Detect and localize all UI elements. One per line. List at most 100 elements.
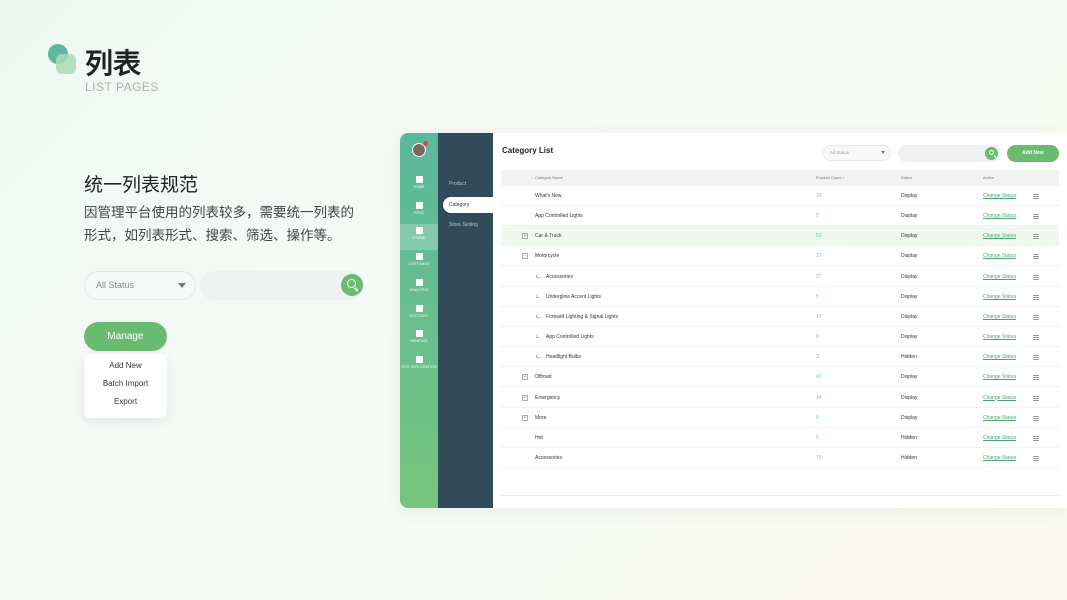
table-row[interactable]: Accessories 75 Hidden Change Status (501, 448, 1059, 468)
drag-handle-icon[interactable] (1033, 355, 1039, 361)
demo-search-button[interactable] (341, 274, 363, 296)
table-row[interactable]: + Offroad 42 Display Change Status (501, 367, 1059, 388)
subnav-item-category[interactable]: Category (443, 197, 493, 213)
table-row[interactable]: Accessories 27 Display Change Status (501, 267, 1059, 287)
table-row[interactable]: What's New 19 Display Change Status (501, 186, 1059, 206)
rail-item-site-integration[interactable]: SITE INTEGRATION (400, 353, 438, 379)
cell-status: Hidden (901, 434, 917, 441)
table-row[interactable]: Headlight Bulbs 3 Hidden Change Status (501, 347, 1059, 368)
change-status-link[interactable]: Change Status (983, 388, 1016, 408)
table-row[interactable]: + Car & Truck 53 Display Change Status (501, 226, 1059, 247)
rail-item-customer[interactable]: CUSTOMER (400, 250, 438, 276)
cell-status: Display (901, 293, 918, 300)
notification-dot (423, 141, 428, 146)
expand-icon[interactable]: + (522, 394, 528, 401)
cell-product-count: 27 (816, 273, 822, 280)
change-status-link[interactable]: Change Status (983, 246, 1016, 266)
drag-handle-icon[interactable] (1033, 435, 1039, 441)
table-row[interactable]: App Controlled Lights 6 Display Change Stat… (501, 327, 1059, 348)
change-status-link[interactable]: Change Status (983, 367, 1016, 387)
customer-icon (415, 253, 423, 261)
expand-icon[interactable]: + (522, 414, 528, 421)
cell-product-count: 5 (816, 213, 819, 220)
rail-item-label: SENDING (410, 339, 428, 344)
table-row[interactable]: App Controlled Lights 5 Display Change Stat… (501, 206, 1059, 227)
analysis-icon (415, 278, 423, 286)
table-row[interactable]: Underglow Accent Lights 5 Display Change St… (501, 287, 1059, 307)
drag-handle-icon[interactable] (1033, 214, 1039, 220)
change-status-link[interactable]: Change Status (983, 226, 1016, 246)
drag-handle-icon[interactable] (1033, 335, 1039, 341)
drag-handle-icon[interactable] (1033, 314, 1039, 320)
change-status-link[interactable]: Change Status (983, 206, 1016, 226)
drag-handle-icon[interactable] (1033, 274, 1039, 280)
category-table: Category Name Product Count ↕ Status Act… (501, 170, 1059, 496)
avatar[interactable] (412, 141, 428, 157)
rail-item-store[interactable]: STORE (400, 224, 438, 251)
menu-item-batch-import[interactable]: Batch Import (84, 375, 167, 393)
change-status-link[interactable]: Change Status (983, 307, 1016, 327)
drag-handle-icon[interactable] (1033, 194, 1039, 199)
table-row[interactable]: + More 9 Display Change Status (501, 408, 1059, 428)
cell-status: Display (901, 374, 918, 381)
drag-handle-icon[interactable] (1033, 455, 1039, 461)
cell-status: Display (901, 414, 918, 421)
drag-handle-icon[interactable] (1033, 375, 1039, 381)
change-status-link[interactable]: Change Status (983, 267, 1016, 287)
search-button[interactable] (985, 147, 998, 160)
rail-item-analysis[interactable]: ANALYSIS (400, 276, 438, 302)
demo-status-select[interactable]: All Status (84, 271, 196, 300)
cell-category-name: App Controlled Lights (535, 213, 583, 220)
add-new-button[interactable]: Add New (1007, 145, 1059, 162)
drag-handle-icon[interactable] (1033, 415, 1039, 421)
change-status-link[interactable]: Change Status (983, 408, 1016, 428)
subnav-item-product[interactable]: Product (438, 176, 493, 192)
table-row[interactable]: + Emergency 14 Display Change Status (501, 388, 1059, 408)
rail-item-post[interactable]: POST (400, 199, 438, 225)
drag-handle-icon[interactable] (1033, 294, 1039, 300)
drag-handle-icon[interactable] (1033, 395, 1039, 401)
menu-item-add-new[interactable]: Add New (84, 357, 167, 375)
page-title: 列表 (85, 47, 142, 80)
header-product-count[interactable]: Product Count ↕ (816, 170, 845, 186)
status-filter-select[interactable]: All Status (823, 145, 891, 161)
child-branch-icon (536, 294, 540, 298)
chevron-down-icon (881, 151, 885, 154)
drag-handle-icon[interactable] (1033, 234, 1039, 240)
change-status-link[interactable]: Change Status (983, 186, 1016, 206)
app-window: HOME POST STORE CUSTOMER ANALYSIS ACCOUNT SEND… (400, 133, 1067, 508)
table-row[interactable]: − Motorcycle 27 Display Change Status (501, 246, 1059, 267)
table-row[interactable]: Forward Lighting & Signal Lights 17 Displa… (501, 307, 1059, 327)
cell-status: Display (901, 273, 918, 280)
collapse-icon[interactable]: − (522, 253, 528, 260)
sub-navigation: Product Category Store Setting (438, 133, 493, 508)
rail-item-home[interactable]: HOME (400, 173, 438, 199)
search-icon (347, 279, 356, 288)
demo-search-input[interactable] (200, 271, 364, 300)
rail-item-sending[interactable]: SENDING (400, 327, 438, 353)
cell-category-name: Accessories (546, 273, 573, 280)
table-row[interactable]: Hot 5 Hidden Change Status (501, 428, 1059, 448)
site-integration-icon (415, 355, 423, 363)
cell-status: Display (901, 213, 918, 220)
rail-item-account[interactable]: ACCOUNT (400, 302, 438, 328)
status-filter-value: All Status (830, 150, 850, 155)
change-status-link[interactable]: Change Status (983, 347, 1016, 367)
cell-category-name: Forward Lighting & Signal Lights (546, 313, 618, 320)
change-status-link[interactable]: Change Status (983, 287, 1016, 307)
change-status-link[interactable]: Change Status (983, 327, 1016, 347)
subnav-item-store-setting[interactable]: Store Setting (438, 217, 493, 233)
expand-icon[interactable]: + (522, 233, 528, 240)
expand-icon[interactable]: + (522, 374, 528, 381)
change-status-link[interactable]: Change Status (983, 448, 1016, 468)
demo-status-select-value: All Status (96, 280, 135, 290)
change-status-link[interactable]: Change Status (983, 428, 1016, 448)
search-icon (988, 150, 994, 155)
menu-item-export[interactable]: Export (84, 393, 167, 411)
manage-button[interactable]: Manage (84, 322, 167, 351)
cell-category-name: Underglow Accent Lights (546, 293, 602, 300)
cell-category-name: What's New (535, 193, 562, 199)
cell-status: Hidden (901, 354, 917, 361)
drag-handle-icon[interactable] (1033, 254, 1039, 260)
child-branch-icon (536, 274, 540, 278)
